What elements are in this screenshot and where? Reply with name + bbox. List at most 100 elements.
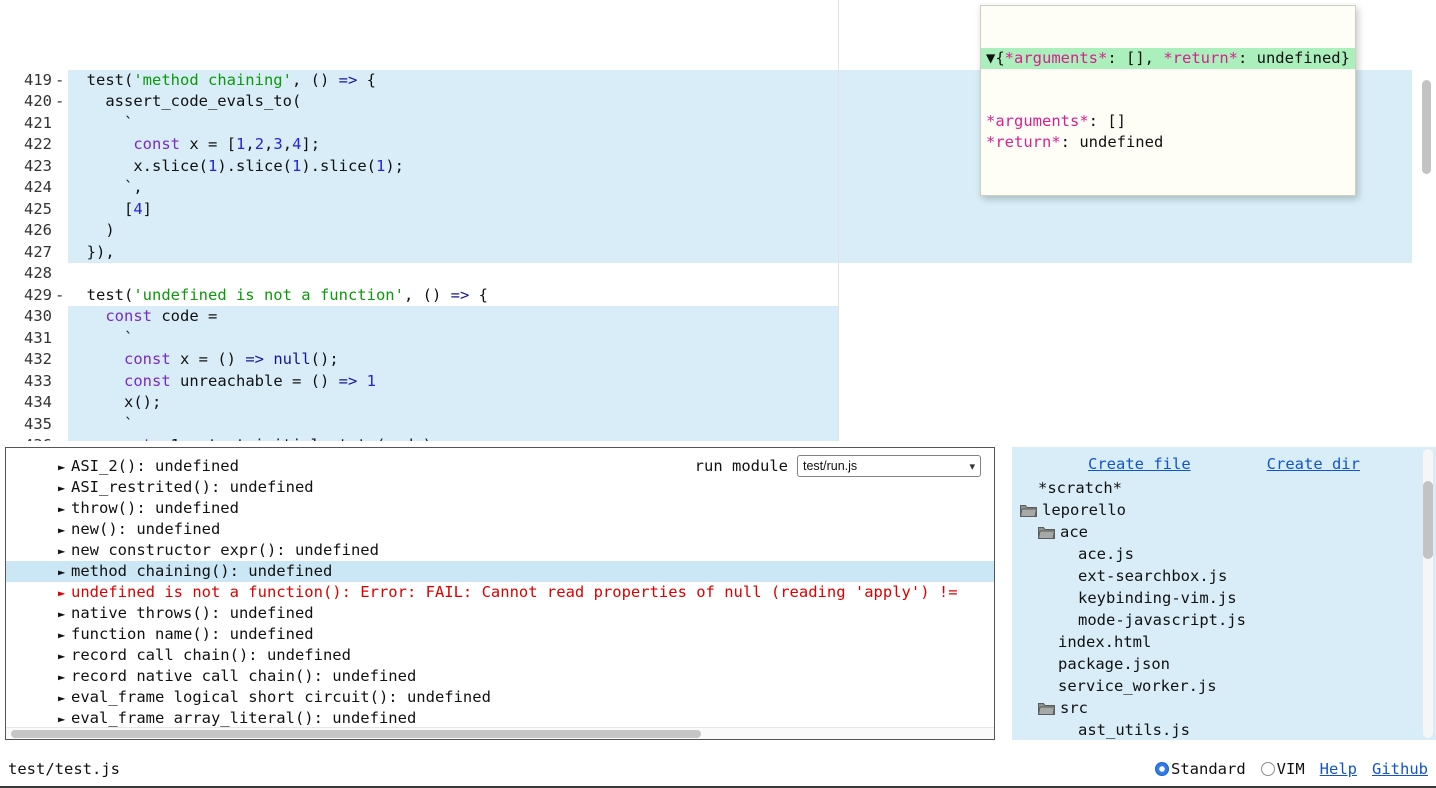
- fold-marker-icon[interactable]: -: [55, 70, 64, 92]
- tooltip-row[interactable]: *return*: undefined: [981, 132, 1355, 153]
- tree-item-label: mode-javascript.js: [1078, 609, 1246, 631]
- console-entry[interactable]: ►method chaining(): undefined: [6, 561, 994, 582]
- run-module-control: run module test/run.js ▾: [695, 455, 981, 477]
- fold-marker-icon[interactable]: -: [55, 91, 64, 113]
- radio-selected-icon[interactable]: [1155, 762, 1169, 776]
- code-text: `: [68, 328, 133, 350]
- tree-item[interactable]: leporello: [1012, 499, 1436, 521]
- console-entry[interactable]: ►new constructor expr(): undefined: [6, 540, 994, 561]
- code-text: ): [68, 220, 115, 242]
- line-number: 421: [0, 113, 52, 135]
- console-entry[interactable]: ►new(): undefined: [6, 519, 994, 540]
- code-line[interactable]: 430 const code =: [0, 306, 1436, 328]
- code-line[interactable]: 433 const unreachable = () => 1: [0, 371, 1436, 393]
- console-entry[interactable]: ►throw(): undefined: [6, 498, 994, 519]
- expand-arrow-icon[interactable]: ►: [58, 604, 71, 625]
- console-entry[interactable]: ►native throws(): undefined: [6, 603, 994, 624]
- tooltip-row[interactable]: *arguments*: []: [981, 111, 1355, 132]
- tree-item[interactable]: package.json: [1012, 653, 1436, 675]
- code-text: const s1 = test_initial_state(code): [68, 435, 432, 441]
- console-entry[interactable]: ►record native call chain(): undefined: [6, 666, 994, 687]
- status-bar: test/test.js Standard VIM Help Github: [0, 752, 1436, 786]
- code-editor[interactable]: 419- test('method chaining', () => {420-…: [0, 0, 1436, 441]
- console-entry[interactable]: ►record call chain(): undefined: [6, 645, 994, 666]
- tree-items: *scratch*leporelloaceace.jsext-searchbox…: [1012, 477, 1436, 740]
- code-line[interactable]: 428: [0, 263, 1436, 285]
- code-line[interactable]: 429- test('undefined is not a function',…: [0, 285, 1436, 307]
- code-text: `,: [68, 177, 143, 199]
- editor-vertical-scrollbar[interactable]: [1422, 4, 1431, 433]
- standard-label[interactable]: Standard: [1171, 760, 1246, 778]
- keybinding-standard-option[interactable]: Standard: [1155, 760, 1246, 778]
- file-tree-panel: Create file Create dir *scratch*leporell…: [1012, 447, 1436, 740]
- tree-item[interactable]: ace.js: [1012, 543, 1436, 565]
- tree-item[interactable]: ast_utils.js: [1012, 719, 1436, 740]
- expand-arrow-icon[interactable]: ►: [58, 562, 71, 583]
- create-file-link[interactable]: Create file: [1088, 455, 1191, 473]
- code-line[interactable]: 436 const s1 = test_initial_state(code): [0, 435, 1436, 441]
- code-text: const x = () => null();: [68, 349, 339, 371]
- tree-item[interactable]: src: [1012, 697, 1436, 719]
- tooltip-header[interactable]: ▼{*arguments*: [], *return*: undefined}: [981, 48, 1355, 69]
- code-line[interactable]: 426 ): [0, 220, 1436, 242]
- console-entry-text: eval_frame logical short circuit(): unde…: [71, 688, 491, 706]
- expand-arrow-icon[interactable]: ►: [58, 478, 71, 499]
- expand-arrow-icon[interactable]: ►: [58, 520, 71, 541]
- run-module-select[interactable]: test/run.js ▾: [797, 455, 981, 477]
- line-number: 420: [0, 91, 52, 113]
- console-entry[interactable]: ►eval_frame array_literal(): undefined: [6, 708, 994, 729]
- radio-unselected-icon[interactable]: [1261, 762, 1275, 776]
- folder-icon: [1038, 526, 1055, 539]
- expand-arrow-icon[interactable]: ►: [58, 625, 71, 646]
- create-dir-link[interactable]: Create dir: [1267, 455, 1360, 473]
- expand-arrow-icon[interactable]: ►: [58, 667, 71, 688]
- line-number: 431: [0, 328, 52, 350]
- scrollbar-thumb[interactable]: [1423, 481, 1433, 559]
- console-entry[interactable]: ►eval_frame logical short circuit(): und…: [6, 687, 994, 708]
- console-horizontal-scrollbar[interactable]: [6, 727, 994, 739]
- code-line[interactable]: 431 `: [0, 328, 1436, 350]
- expand-arrow-icon[interactable]: ►: [58, 688, 71, 709]
- expand-arrow-icon[interactable]: ►: [58, 583, 71, 604]
- tree-item[interactable]: keybinding-vim.js: [1012, 587, 1436, 609]
- line-number: 419: [0, 70, 52, 92]
- tree-item[interactable]: index.html: [1012, 631, 1436, 653]
- tree-item[interactable]: ace: [1012, 521, 1436, 543]
- value-inspector-tooltip[interactable]: ▼{*arguments*: [], *return*: undefined} …: [980, 5, 1356, 196]
- expand-arrow-icon[interactable]: ►: [58, 457, 71, 478]
- tree-vertical-scrollbar[interactable]: [1423, 449, 1433, 738]
- current-file-path: test/test.js: [8, 760, 120, 778]
- expand-arrow-icon[interactable]: ►: [58, 499, 71, 520]
- console-entry[interactable]: ►function name(): undefined: [6, 624, 994, 645]
- tree-item[interactable]: *scratch*: [1012, 477, 1436, 499]
- line-number: 428: [0, 263, 52, 285]
- code-text: }),: [68, 242, 115, 264]
- help-link[interactable]: Help: [1320, 760, 1357, 778]
- console-entry[interactable]: ►ASI_restrited(): undefined: [6, 477, 994, 498]
- tree-item[interactable]: mode-javascript.js: [1012, 609, 1436, 631]
- console-entry-text: function name(): undefined: [71, 625, 314, 643]
- console-entry-text: ASI_2(): undefined: [71, 457, 239, 475]
- tree-item[interactable]: service_worker.js: [1012, 675, 1436, 697]
- console-entry[interactable]: ►undefined is not a function(): Error: F…: [6, 582, 994, 603]
- code-line[interactable]: 432 const x = () => null();: [0, 349, 1436, 371]
- code-line[interactable]: 427 }),: [0, 242, 1436, 264]
- github-link[interactable]: Github: [1372, 760, 1428, 778]
- line-number: 429: [0, 285, 52, 307]
- line-number: 435: [0, 414, 52, 436]
- scrollbar-thumb[interactable]: [1422, 80, 1431, 174]
- fold-marker-icon[interactable]: -: [55, 285, 64, 307]
- line-number: 436: [0, 435, 52, 441]
- vim-label[interactable]: VIM: [1277, 760, 1305, 778]
- tree-item[interactable]: ext-searchbox.js: [1012, 565, 1436, 587]
- code-line[interactable]: 434 x();: [0, 392, 1436, 414]
- tree-item-label: leporello: [1042, 499, 1126, 521]
- scrollbar-thumb[interactable]: [11, 730, 701, 738]
- tree-item-label: ext-searchbox.js: [1078, 565, 1227, 587]
- expand-arrow-icon[interactable]: ►: [58, 646, 71, 667]
- code-line[interactable]: 425 [4]: [0, 199, 1436, 221]
- console-panel: run module test/run.js ▾ ►ASI_2(): undef…: [5, 447, 995, 740]
- code-line[interactable]: 435 `: [0, 414, 1436, 436]
- expand-arrow-icon[interactable]: ►: [58, 541, 71, 562]
- keybinding-vim-option[interactable]: VIM: [1261, 760, 1305, 778]
